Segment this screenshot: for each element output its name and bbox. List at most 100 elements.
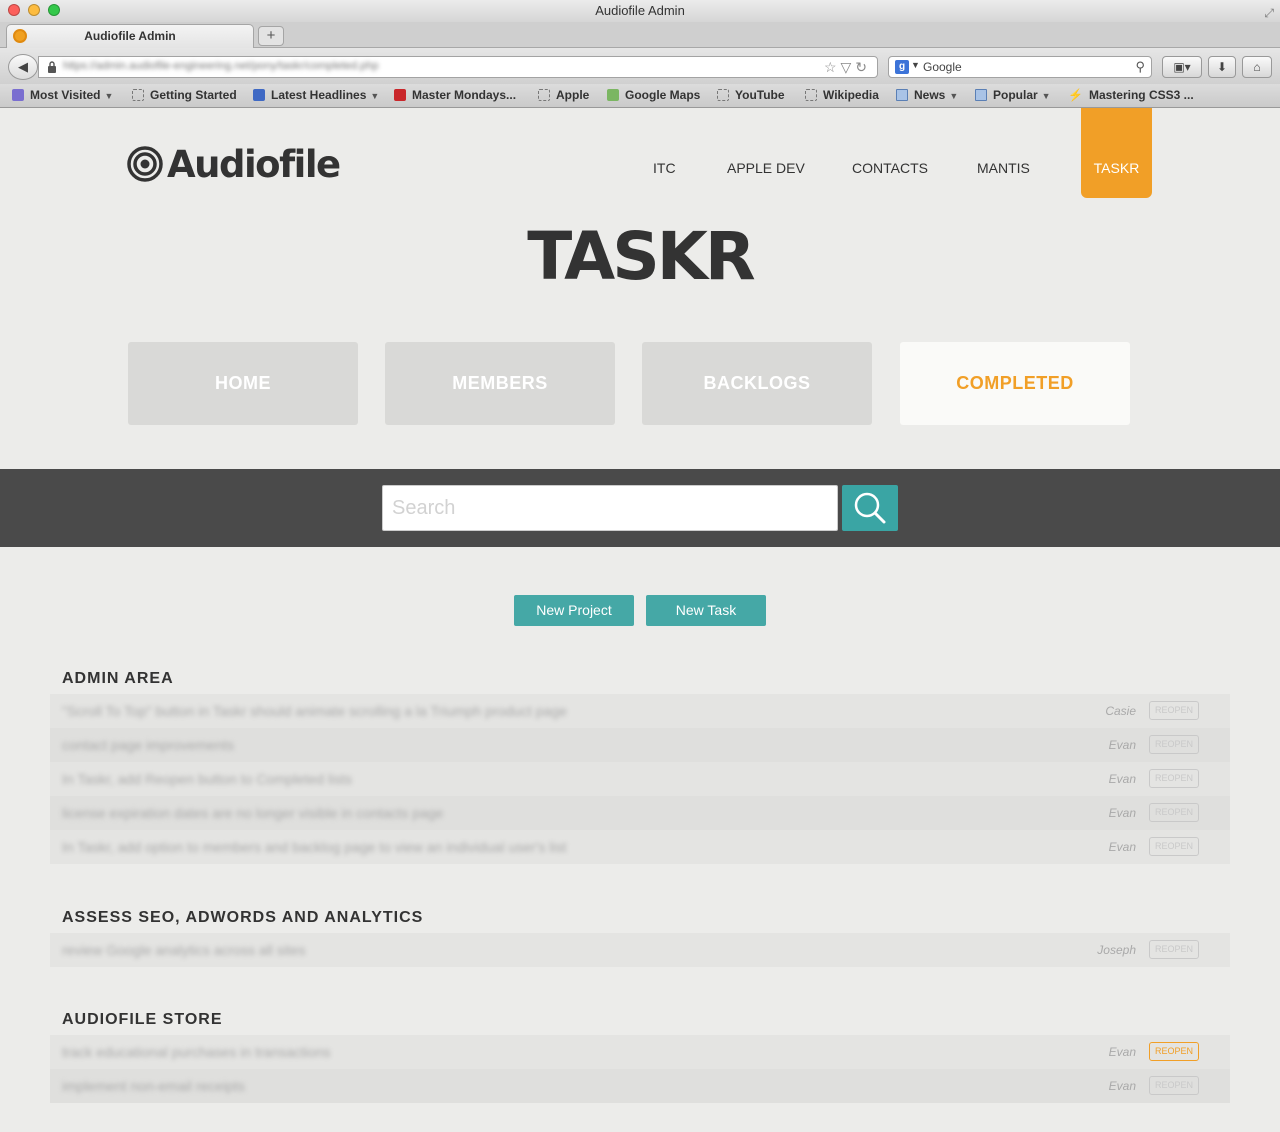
task-row: implement non-email receipts Evan REOPEN <box>50 1069 1230 1103</box>
zoom-window-button[interactable] <box>48 4 60 16</box>
tab-home[interactable]: HOME <box>128 342 358 425</box>
reopen-button[interactable]: REOPEN <box>1149 940 1199 959</box>
project-title: ADMIN AREA <box>62 670 174 687</box>
bookmark-youtube[interactable]: YouTube <box>717 88 785 102</box>
url-text: https://admin.audiofile-engineering.net/… <box>63 60 379 72</box>
bookmarks-menu-button[interactable]: ▣▾ <box>1162 56 1202 78</box>
downloads-button[interactable]: ⬇ <box>1208 56 1236 78</box>
tab-backlogs[interactable]: BACKLOGS <box>642 342 872 425</box>
window-title: Audiofile Admin <box>595 3 685 18</box>
chevron-down-icon: ▼ <box>104 91 114 101</box>
task-assignee: Evan <box>1108 738 1136 752</box>
back-button[interactable]: ◀ <box>8 54 38 80</box>
browser-tab[interactable]: Audiofile Admin <box>6 24 254 48</box>
task-assignee: Evan <box>1108 840 1136 854</box>
task-text[interactable]: In Taskr, add Reopen button to Completed… <box>62 771 352 787</box>
site-header: Audiofile ITC APPLE DEV CONTACTS MANTIS … <box>0 108 1280 469</box>
task-row: license expiration dates are no longer v… <box>50 796 1230 830</box>
most-visited-icon <box>12 89 24 101</box>
task-row: In Taskr, add option to members and back… <box>50 830 1230 864</box>
close-window-button[interactable] <box>8 4 20 16</box>
bookmark-most-visited[interactable]: Most Visited ▼ <box>12 88 113 102</box>
bookmarks-toolbar: Most Visited ▼ Getting Started Latest Hea… <box>0 84 1280 108</box>
reopen-button[interactable]: REOPEN <box>1149 1042 1199 1061</box>
project-title: ASSESS SEO, ADWORDS AND ANALYTICS <box>62 909 424 926</box>
task-assignee: Evan <box>1108 772 1136 786</box>
web-search-box[interactable]: g ▼ Google ⚲ <box>888 56 1152 78</box>
spark-icon: ⚡ <box>1068 88 1083 102</box>
lock-icon <box>48 61 56 73</box>
task-text[interactable]: In Taskr, add option to members and back… <box>62 839 566 855</box>
chevron-down-icon[interactable]: ▼ <box>911 60 920 70</box>
task-assignee: Joseph <box>1097 943 1136 957</box>
search-input[interactable] <box>382 485 838 531</box>
page-content: Audiofile ITC APPLE DEV CONTACTS MANTIS … <box>0 108 1280 1132</box>
bookmark-latest-headlines[interactable]: Latest Headlines ▼ <box>253 88 379 102</box>
reopen-button[interactable]: REOPEN <box>1149 803 1199 822</box>
reopen-button[interactable]: REOPEN <box>1149 701 1199 720</box>
bookmark-google-maps[interactable]: Google Maps <box>607 88 700 102</box>
nav-contacts[interactable]: CONTACTS <box>852 160 928 176</box>
rss-icon <box>253 89 265 101</box>
bookmark-popular[interactable]: Popular ▼ <box>975 88 1051 102</box>
task-row: track educational purchases in transacti… <box>50 1035 1230 1069</box>
bookmark-master-mondays[interactable]: Master Mondays... <box>394 88 516 102</box>
project-title: AUDIOFILE STORE <box>62 1011 223 1028</box>
tab-members[interactable]: MEMBERS <box>385 342 615 425</box>
bookmark-apple[interactable]: Apple <box>538 88 589 102</box>
reopen-button[interactable]: REOPEN <box>1149 769 1199 788</box>
search-band <box>0 469 1280 547</box>
bookmark-wikipedia[interactable]: Wikipedia <box>805 88 879 102</box>
home-button[interactable]: ⌂ <box>1242 56 1272 78</box>
map-icon <box>607 89 619 101</box>
google-engine-icon[interactable]: g <box>895 60 909 74</box>
nav-mantis[interactable]: MANTIS <box>977 160 1030 176</box>
new-tab-button[interactable]: + <box>258 26 284 46</box>
page-icon <box>717 89 729 101</box>
search-icon[interactable]: ⚲ <box>1135 59 1145 75</box>
top-navigation: ITC APPLE DEV CONTACTS MANTIS TASKR <box>0 108 1280 198</box>
bookmark-news[interactable]: News ▼ <box>896 88 958 102</box>
page-title: TASKR <box>527 218 755 295</box>
chevron-down-icon: ▼ <box>949 91 959 101</box>
task-text[interactable]: review Google analytics across all sites <box>62 942 306 958</box>
page-icon <box>132 89 144 101</box>
chevron-down-icon: ▼ <box>1041 91 1051 101</box>
favicon-icon <box>13 29 27 43</box>
task-row: "Scroll To Top" button in Taskr should a… <box>50 694 1230 728</box>
task-assignee: Evan <box>1108 806 1136 820</box>
chevron-down-icon: ▼ <box>370 91 380 101</box>
window-titlebar: Audiofile Admin ⤢ <box>0 0 1280 22</box>
nav-itc[interactable]: ITC <box>653 160 676 176</box>
tab-completed[interactable]: COMPLETED <box>900 342 1130 425</box>
reopen-button[interactable]: REOPEN <box>1149 735 1199 754</box>
page-icon <box>538 89 550 101</box>
task-text[interactable]: contact page improvements <box>62 737 234 753</box>
task-row: In Taskr, add Reopen button to Completed… <box>50 762 1230 796</box>
minimize-window-button[interactable] <box>28 4 40 16</box>
reopen-button[interactable]: REOPEN <box>1149 837 1199 856</box>
address-bar[interactable]: https://admin.audiofile-engineering.net/… <box>38 56 878 78</box>
task-text[interactable]: "Scroll To Top" button in Taskr should a… <box>62 703 567 719</box>
task-text[interactable]: track educational purchases in transacti… <box>62 1044 330 1060</box>
url-actions[interactable]: ☆▽↻ <box>824 59 871 76</box>
task-assignee: Evan <box>1108 1045 1136 1059</box>
task-text[interactable]: license expiration dates are no longer v… <box>62 805 443 821</box>
task-text[interactable]: implement non-email receipts <box>62 1078 245 1094</box>
reopen-button[interactable]: REOPEN <box>1149 1076 1199 1095</box>
task-assignee: Evan <box>1108 1079 1136 1093</box>
navigation-toolbar: ◀ https://admin.audiofile-engineering.ne… <box>0 48 1280 84</box>
fullscreen-icon[interactable]: ⤢ <box>1264 2 1274 24</box>
task-list: track educational purchases in transacti… <box>50 1035 1230 1103</box>
new-project-button[interactable]: New Project <box>514 595 634 626</box>
nav-apple-dev[interactable]: APPLE DEV <box>727 160 805 176</box>
new-task-button[interactable]: New Task <box>646 595 766 626</box>
search-button[interactable] <box>842 485 898 531</box>
bookmark-mastering-css3[interactable]: ⚡ Mastering CSS3 ... <box>1068 88 1194 102</box>
folder-icon <box>975 89 987 101</box>
page-icon <box>805 89 817 101</box>
web-search-placeholder: Google <box>923 60 962 74</box>
bookmark-getting-started[interactable]: Getting Started <box>132 88 237 102</box>
nav-taskr[interactable]: TASKR <box>1081 108 1152 198</box>
folder-icon <box>896 89 908 101</box>
